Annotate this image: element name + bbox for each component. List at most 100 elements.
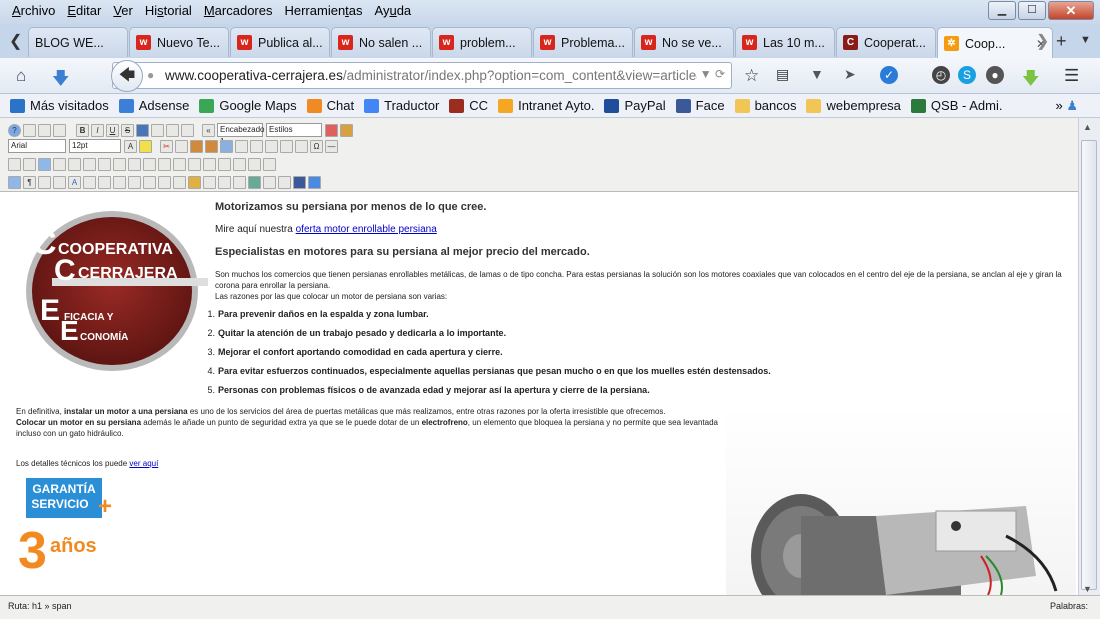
new-doc-icon[interactable] bbox=[23, 123, 36, 137]
media-icon[interactable] bbox=[218, 175, 231, 189]
link-icon[interactable] bbox=[188, 175, 201, 189]
insert-layer-icon[interactable] bbox=[128, 157, 141, 171]
numbered-list-icon[interactable] bbox=[265, 139, 278, 153]
scroll-thumb[interactable] bbox=[1081, 140, 1097, 590]
redo-icon[interactable] bbox=[53, 123, 66, 137]
browser-tab[interactable]: w Publica al... bbox=[230, 27, 330, 57]
bookmark-item[interactable]: bancos bbox=[734, 98, 796, 113]
bookmark-item[interactable]: Adsense bbox=[118, 98, 189, 113]
menu-item[interactable]: Ayuda bbox=[369, 3, 418, 18]
maximize-button[interactable]: ☐ bbox=[1018, 1, 1046, 20]
browser-tab[interactable]: C Cooperat... bbox=[836, 27, 936, 57]
skype-icon[interactable]: S bbox=[958, 66, 976, 84]
scroll-up-icon[interactable]: ▲ bbox=[1083, 122, 1092, 132]
bookmark-item[interactable]: webempresa bbox=[806, 98, 901, 113]
styles-select[interactable]: Estilos bbox=[266, 123, 322, 137]
bookmark-item[interactable]: PayPal bbox=[604, 98, 666, 113]
scroll-down-icon[interactable]: ▼ bbox=[1083, 584, 1092, 594]
bookmarks-menu-icon[interactable]: ▤ bbox=[776, 66, 789, 83]
help-icon[interactable]: ? bbox=[8, 123, 21, 137]
menu-item[interactable]: Ver bbox=[107, 3, 139, 18]
table-props-icon[interactable] bbox=[218, 157, 231, 171]
highlight-icon[interactable] bbox=[139, 139, 152, 153]
table-icon[interactable] bbox=[143, 157, 156, 171]
new-tab-icon[interactable]: + bbox=[1056, 31, 1067, 52]
clear-format-icon[interactable] bbox=[325, 123, 338, 137]
close-window-button[interactable]: ✕ bbox=[1048, 1, 1094, 20]
preview-icon[interactable] bbox=[53, 157, 66, 171]
ins-icon[interactable] bbox=[143, 175, 156, 189]
acronym-icon[interactable] bbox=[113, 175, 126, 189]
align-center-icon[interactable] bbox=[151, 123, 164, 137]
cleanup-icon[interactable] bbox=[340, 123, 353, 137]
tab-scroll-right-icon[interactable]: ❯ bbox=[1036, 31, 1049, 51]
cut-icon[interactable]: ✂ bbox=[160, 139, 173, 153]
col-icon[interactable] bbox=[173, 157, 186, 171]
subscript-icon[interactable] bbox=[295, 139, 308, 153]
pilcrow-icon[interactable]: ¶ bbox=[23, 175, 36, 189]
visual-aid-icon[interactable] bbox=[8, 175, 21, 189]
insert-media-icon[interactable] bbox=[53, 175, 66, 189]
spellcheck-icon[interactable]: A bbox=[68, 175, 81, 189]
text-color-icon[interactable]: A bbox=[124, 139, 137, 153]
send-icon[interactable]: ➤ bbox=[844, 66, 856, 83]
browser-tab[interactable]: w Nuevo Te... bbox=[129, 27, 229, 57]
undo-icon[interactable] bbox=[38, 123, 51, 137]
font-select[interactable]: Arial bbox=[8, 139, 66, 153]
pagebreak-icon[interactable] bbox=[263, 175, 276, 189]
bookmark-item[interactable]: Chat bbox=[306, 98, 354, 113]
bullet-list-icon[interactable] bbox=[250, 139, 263, 153]
browser-tab[interactable]: BLOG WE... bbox=[28, 27, 128, 57]
image-icon[interactable] bbox=[233, 175, 246, 189]
save-icon[interactable] bbox=[293, 175, 306, 189]
merge-cells-icon[interactable] bbox=[203, 157, 216, 171]
ltr-icon[interactable] bbox=[8, 157, 21, 171]
bookmark-item[interactable]: Más visitados bbox=[10, 98, 109, 113]
menu-item[interactable]: Marcadores bbox=[198, 3, 279, 18]
paste-word-icon[interactable] bbox=[220, 139, 233, 153]
home-icon[interactable]: ⌂ bbox=[16, 66, 26, 86]
anchor-icon[interactable] bbox=[173, 175, 186, 189]
menu-item[interactable]: Archivo bbox=[6, 3, 61, 18]
bookmark-star-icon[interactable]: ☆ bbox=[744, 66, 759, 86]
split-cells-icon[interactable] bbox=[188, 157, 201, 171]
bookmark-item[interactable]: CC bbox=[449, 98, 488, 113]
browser-tab[interactable]: w Problema... bbox=[533, 27, 633, 57]
del-icon[interactable] bbox=[128, 175, 141, 189]
italic-button[interactable]: I bbox=[91, 123, 104, 137]
bold-button[interactable]: B bbox=[76, 123, 89, 137]
print-icon[interactable] bbox=[83, 157, 96, 171]
pocket-icon[interactable]: ▼ bbox=[810, 66, 824, 82]
blockquote-icon[interactable]: « bbox=[202, 123, 215, 137]
insert-image-icon[interactable] bbox=[38, 175, 51, 189]
cell-props-icon[interactable] bbox=[248, 157, 261, 171]
browser-tab[interactable]: w No salen ... bbox=[331, 27, 431, 57]
replace-icon[interactable] bbox=[113, 157, 126, 171]
row-icon[interactable] bbox=[158, 157, 171, 171]
justify-icon[interactable] bbox=[181, 123, 194, 137]
bookmark-item[interactable]: Intranet Ayto. bbox=[498, 98, 594, 113]
bookmark-item[interactable]: Google Maps bbox=[199, 98, 297, 113]
bookmark-item[interactable]: Face bbox=[675, 98, 725, 113]
menu-item[interactable]: Historial bbox=[139, 3, 198, 18]
find-icon[interactable] bbox=[98, 157, 111, 171]
code-icon[interactable] bbox=[308, 175, 321, 189]
browser-tab[interactable]: w problem... bbox=[432, 27, 532, 57]
superscript-icon[interactable] bbox=[280, 139, 293, 153]
chat-icon[interactable]: ● bbox=[986, 66, 1004, 84]
strike-button[interactable]: S bbox=[121, 123, 134, 137]
row-props-icon[interactable] bbox=[263, 157, 276, 171]
details-link[interactable]: ver aquí bbox=[129, 459, 158, 468]
cite-icon[interactable] bbox=[83, 175, 96, 189]
check-icon[interactable]: ✓ bbox=[880, 66, 898, 84]
paste-icon[interactable] bbox=[190, 139, 203, 153]
unlink-icon[interactable] bbox=[203, 175, 216, 189]
size-select[interactable]: 12pt bbox=[69, 139, 121, 153]
paste-text-icon[interactable] bbox=[205, 139, 218, 153]
bookmark-item[interactable]: Traductor bbox=[364, 98, 439, 113]
menu-icon[interactable]: ☰ bbox=[1064, 66, 1079, 86]
rtl-icon[interactable] bbox=[23, 157, 36, 171]
underline-button[interactable]: U bbox=[106, 123, 119, 137]
fullscreen-icon[interactable] bbox=[38, 157, 51, 171]
download-icon[interactable]: 🡇 bbox=[52, 66, 69, 95]
